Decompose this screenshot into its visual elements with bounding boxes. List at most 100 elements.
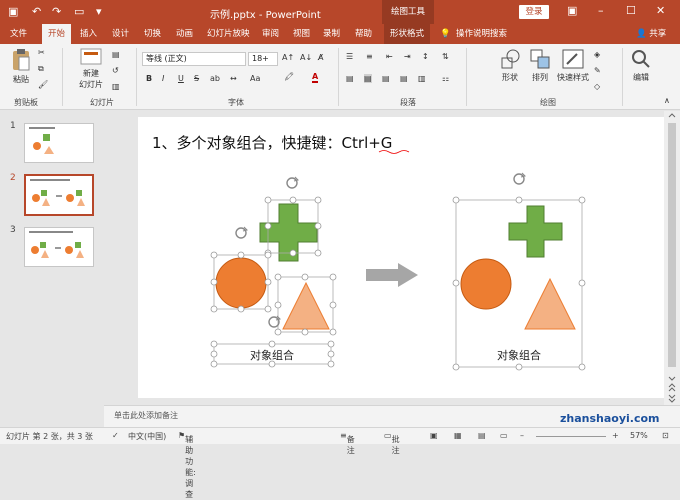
reading-view-icon[interactable]: ▤ bbox=[478, 431, 486, 440]
change-case-icon[interactable]: Aa bbox=[250, 74, 260, 83]
rotate-handle[interactable] bbox=[286, 176, 299, 189]
spellcheck-icon[interactable]: ✓ bbox=[112, 431, 119, 440]
tab-home[interactable]: 开始 bbox=[42, 24, 72, 44]
ribbon-display-icon[interactable]: ▣ bbox=[567, 4, 577, 17]
slide-thumbnail-3[interactable] bbox=[24, 227, 94, 267]
notes-toggle[interactable]: ≡ 备注 bbox=[340, 431, 355, 455]
save-icon[interactable]: ▣ bbox=[8, 5, 18, 18]
strike-button[interactable]: S bbox=[194, 74, 199, 83]
font-size-select[interactable]: 18+ bbox=[248, 52, 278, 66]
align-center-icon[interactable]: ▤ bbox=[364, 74, 372, 83]
redo-icon[interactable]: ↷ bbox=[52, 5, 61, 18]
clear-format-icon[interactable]: A̸ bbox=[318, 53, 323, 62]
highlight-icon[interactable]: 🖍 bbox=[284, 72, 294, 81]
zoom-level[interactable]: 57% bbox=[630, 431, 648, 440]
tab-view[interactable]: 视图 bbox=[293, 24, 310, 44]
search-icon bbox=[632, 50, 650, 68]
tab-animations[interactable]: 动画 bbox=[176, 24, 193, 44]
numbering-icon[interactable]: ≡ bbox=[366, 52, 373, 61]
quick-styles-icon bbox=[562, 49, 584, 69]
collapse-ribbon-icon[interactable]: ∧ bbox=[664, 96, 670, 105]
columns-icon[interactable]: ▥ bbox=[418, 74, 426, 83]
login-button[interactable]: 登录 bbox=[519, 5, 549, 19]
grow-font-icon[interactable]: A↑ bbox=[282, 53, 294, 62]
font-name-select[interactable]: 等线 (正文) bbox=[142, 52, 246, 66]
reset-icon[interactable]: ↺ bbox=[112, 66, 119, 75]
customize-qa-icon[interactable]: ▾ bbox=[96, 5, 102, 18]
edit-button[interactable]: 编辑 bbox=[628, 48, 654, 83]
language-indicator[interactable]: 中文(中国) bbox=[128, 431, 166, 442]
italic-button[interactable]: I bbox=[162, 74, 164, 83]
grouped-orange-circle[interactable] bbox=[460, 258, 512, 310]
zoom-in-icon[interactable]: + bbox=[612, 431, 619, 440]
slide-thumbnail-1[interactable] bbox=[24, 123, 94, 163]
char-spacing-icon[interactable]: ↔ bbox=[230, 74, 237, 83]
increase-indent-icon[interactable]: ⇥ bbox=[404, 52, 411, 61]
smartart-icon[interactable]: ⚏ bbox=[442, 74, 449, 83]
underline-button[interactable]: U bbox=[178, 74, 184, 83]
slide-sorter-icon[interactable]: ▦ bbox=[454, 431, 462, 440]
rotate-handle[interactable] bbox=[235, 226, 248, 239]
section-icon[interactable]: ▥ bbox=[112, 82, 120, 91]
fit-slide-icon[interactable]: ⊡ bbox=[662, 431, 669, 440]
vertical-scrollbar[interactable] bbox=[664, 111, 680, 405]
format-painter-icon[interactable]: 🖌 bbox=[38, 80, 48, 89]
tab-file[interactable]: 文件 bbox=[10, 24, 27, 44]
minimize-icon[interactable]: – bbox=[598, 4, 604, 17]
bullets-icon[interactable]: ☰ bbox=[346, 52, 353, 61]
shape-fill-icon[interactable]: ◈ bbox=[594, 50, 600, 59]
text-direction-icon[interactable]: ⇅ bbox=[442, 52, 449, 61]
slide-thumbnail-2[interactable] bbox=[24, 174, 94, 216]
close-icon[interactable]: ✕ bbox=[656, 4, 665, 17]
align-right-icon[interactable]: ▤ bbox=[382, 74, 390, 83]
rotate-handle[interactable] bbox=[268, 315, 281, 328]
tell-me-search[interactable]: 操作说明搜索 bbox=[456, 24, 507, 44]
slideshow-view-icon[interactable]: ▭ bbox=[500, 431, 508, 440]
right-group-label[interactable]: 对象组合 bbox=[497, 348, 541, 362]
orange-circle-shape[interactable] bbox=[215, 257, 267, 309]
undo-icon[interactable]: ↶ bbox=[32, 5, 41, 18]
grouped-green-cross[interactable] bbox=[508, 205, 563, 258]
align-left-icon[interactable]: ▤ bbox=[346, 74, 354, 83]
shadow-button[interactable]: ab bbox=[210, 74, 220, 83]
bold-button[interactable]: B bbox=[146, 74, 152, 83]
paste-button[interactable]: 粘贴 bbox=[8, 48, 34, 85]
cut-icon[interactable]: ✂ bbox=[38, 48, 45, 57]
accessibility-status[interactable]: ⚑ 辅助功能: 调查 bbox=[178, 431, 196, 499]
new-slide-button[interactable]: 新建 幻灯片 bbox=[76, 48, 106, 90]
salmon-triangle-shape[interactable] bbox=[282, 281, 330, 330]
shape-effects-icon[interactable]: ◇ bbox=[594, 82, 600, 91]
arrange-button[interactable]: 排列 bbox=[528, 48, 552, 83]
tab-review[interactable]: 审阅 bbox=[262, 24, 279, 44]
shrink-font-icon[interactable]: A↓ bbox=[300, 53, 312, 62]
left-group-label[interactable]: 对象组合 bbox=[250, 348, 294, 362]
line-spacing-icon[interactable]: ↕ bbox=[422, 52, 429, 61]
share-button[interactable]: 👤 共享 bbox=[636, 24, 666, 44]
tab-transitions[interactable]: 切换 bbox=[144, 24, 161, 44]
slide-title[interactable]: 1、多个对象组合，快捷键：Ctrl+G bbox=[152, 134, 392, 152]
decrease-indent-icon[interactable]: ⇤ bbox=[386, 52, 393, 61]
shape-button[interactable]: 形状 bbox=[498, 48, 522, 83]
tab-record[interactable]: 录制 bbox=[323, 24, 340, 44]
maximize-icon[interactable]: ☐ bbox=[626, 4, 636, 17]
grouped-salmon-triangle[interactable] bbox=[524, 277, 576, 330]
normal-view-icon[interactable]: ▣ bbox=[430, 431, 438, 440]
zoom-out-icon[interactable]: – bbox=[520, 431, 524, 440]
font-color-button[interactable]: A bbox=[312, 72, 319, 83]
tab-insert[interactable]: 插入 bbox=[80, 24, 97, 44]
shape-outline-icon[interactable]: ✎ bbox=[594, 66, 601, 75]
justify-icon[interactable]: ▤ bbox=[400, 74, 408, 83]
present-icon[interactable]: ▭ bbox=[74, 5, 84, 18]
comments-toggle[interactable]: ▭ 批注 bbox=[384, 431, 400, 455]
rotate-handle[interactable] bbox=[513, 172, 526, 185]
slide-canvas[interactable]: 1、多个对象组合，快捷键：Ctrl+G 对象组合 对象组合 bbox=[138, 117, 667, 398]
tab-help[interactable]: 帮助 bbox=[355, 24, 372, 44]
quick-styles-button[interactable]: 快速样式 bbox=[556, 48, 590, 83]
tab-design[interactable]: 设计 bbox=[112, 24, 129, 44]
tab-shape-format[interactable]: 形状格式 bbox=[384, 24, 431, 44]
tab-slideshow[interactable]: 幻灯片放映 bbox=[207, 24, 250, 44]
copy-icon[interactable]: ⧉ bbox=[38, 64, 44, 74]
zoom-slider[interactable] bbox=[536, 436, 606, 437]
layout-icon[interactable]: ▤ bbox=[112, 50, 120, 59]
right-arrow-shape[interactable] bbox=[366, 263, 418, 287]
